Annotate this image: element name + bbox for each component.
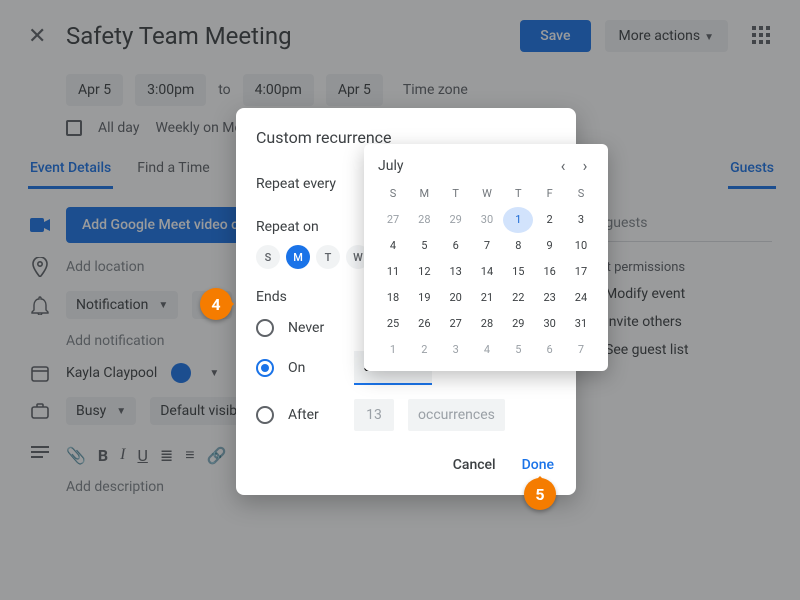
calendar-day[interactable]: 27 — [441, 311, 471, 337]
calendar-day[interactable]: 2 — [409, 337, 439, 363]
calendar-dow-header: T — [503, 181, 533, 207]
calendar-day[interactable]: 3 — [441, 337, 471, 363]
calendar-dow-header: S — [378, 181, 408, 207]
calendar-dow-header: T — [441, 181, 471, 207]
calendar-day[interactable]: 19 — [409, 285, 439, 311]
calendar-day[interactable]: 13 — [441, 259, 471, 285]
step-marker-5: 5 — [524, 478, 556, 510]
calendar-day[interactable]: 12 — [409, 259, 439, 285]
occurrence-count[interactable]: 13 — [354, 399, 394, 431]
calendar-day[interactable]: 2 — [535, 207, 565, 233]
calendar-day[interactable]: 14 — [472, 259, 502, 285]
calendar-day[interactable]: 7 — [566, 337, 596, 363]
calendar-day[interactable]: 29 — [441, 207, 471, 233]
ends-never-radio[interactable] — [256, 319, 274, 337]
date-picker-popover: July ‹ › SMTWTFS272829301234567891011121… — [364, 144, 608, 371]
calendar-day[interactable]: 17 — [566, 259, 596, 285]
calendar-day[interactable]: 23 — [535, 285, 565, 311]
calendar-day[interactable]: 5 — [409, 233, 439, 259]
ends-on-radio[interactable] — [256, 359, 274, 377]
calendar-grid: SMTWTFS272829301234567891011121314151617… — [378, 181, 596, 363]
calendar-day[interactable]: 20 — [441, 285, 471, 311]
calendar-day[interactable]: 24 — [566, 285, 596, 311]
calendar-day[interactable]: 30 — [472, 207, 502, 233]
calendar-day[interactable]: 9 — [535, 233, 565, 259]
calendar-day[interactable]: 27 — [378, 207, 408, 233]
calendar-day[interactable]: 4 — [472, 337, 502, 363]
calendar-dow-header: W — [472, 181, 502, 207]
calendar-day[interactable]: 16 — [535, 259, 565, 285]
calendar-day[interactable]: 1 — [378, 337, 408, 363]
calendar-dow-header: F — [535, 181, 565, 207]
calendar-day[interactable]: 26 — [409, 311, 439, 337]
cancel-button[interactable]: Cancel — [451, 453, 498, 477]
calendar-day[interactable]: 8 — [503, 233, 533, 259]
calendar-day[interactable]: 1 — [503, 207, 533, 233]
calendar-day[interactable]: 15 — [503, 259, 533, 285]
calendar-day[interactable]: 5 — [503, 337, 533, 363]
calendar-dow-header: M — [409, 181, 439, 207]
calendar-day[interactable]: 29 — [503, 311, 533, 337]
calendar-day[interactable]: 7 — [472, 233, 502, 259]
ends-on-label: On — [288, 360, 340, 376]
ends-never-label: Never — [288, 320, 324, 336]
calendar-day[interactable]: 3 — [566, 207, 596, 233]
calendar-day[interactable]: 28 — [409, 207, 439, 233]
calendar-day[interactable]: 25 — [378, 311, 408, 337]
calendar-day[interactable]: 28 — [472, 311, 502, 337]
calendar-day[interactable]: 6 — [441, 233, 471, 259]
calendar-day[interactable]: 11 — [378, 259, 408, 285]
weekday-chip[interactable]: M — [286, 245, 310, 269]
calendar-day[interactable]: 10 — [566, 233, 596, 259]
next-month-icon[interactable]: › — [574, 156, 596, 175]
weekday-chip[interactable]: T — [316, 245, 340, 269]
calendar-day[interactable]: 18 — [378, 285, 408, 311]
calendar-month-label: July — [378, 158, 552, 174]
repeat-every-label: Repeat every — [256, 176, 348, 192]
ends-after-label: After — [288, 407, 340, 423]
calendar-dow-header: S — [566, 181, 596, 207]
calendar-day[interactable]: 30 — [535, 311, 565, 337]
calendar-day[interactable]: 4 — [378, 233, 408, 259]
calendar-day[interactable]: 22 — [503, 285, 533, 311]
ends-after-radio[interactable] — [256, 406, 274, 424]
calendar-day[interactable]: 21 — [472, 285, 502, 311]
prev-month-icon[interactable]: ‹ — [552, 156, 574, 175]
weekday-chip[interactable]: S — [256, 245, 280, 269]
occurrences-label: occurrences — [408, 399, 505, 431]
calendar-day[interactable]: 31 — [566, 311, 596, 337]
calendar-day[interactable]: 6 — [535, 337, 565, 363]
step-marker-4: 4 — [200, 288, 232, 320]
